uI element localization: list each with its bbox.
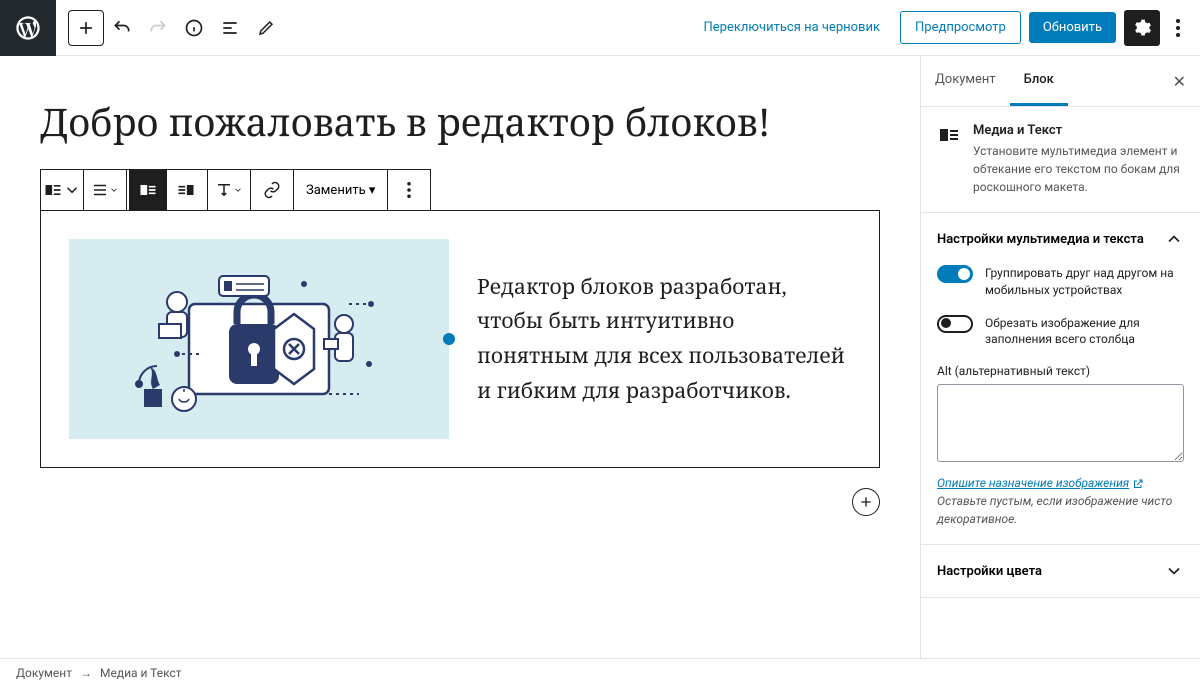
media-image[interactable] (69, 239, 449, 439)
resize-handle[interactable] (443, 333, 455, 345)
media-right-button[interactable] (167, 170, 205, 210)
stack-on-mobile-toggle[interactable] (937, 265, 973, 283)
block-type-button[interactable] (43, 170, 81, 210)
breadcrumb-current[interactable]: Медиа и Текст (100, 666, 182, 680)
breadcrumb-root[interactable]: Документ (16, 666, 72, 680)
stack-on-mobile-label: Группировать друг над другом на мобильны… (985, 265, 1184, 299)
media-left-button[interactable] (129, 170, 167, 210)
block-info-section: Медиа и Текст Установите мультимедиа эле… (921, 107, 1200, 213)
editor-canvas: Добро пожаловать в редактор блоков! Заме… (0, 56, 920, 658)
edit-button[interactable] (248, 10, 284, 46)
breadcrumb-separator: → (80, 666, 92, 680)
tab-document[interactable]: Документ (921, 56, 1010, 106)
close-sidebar-button[interactable]: ✕ (1159, 72, 1200, 91)
publish-button[interactable]: Обновить (1029, 12, 1116, 43)
breadcrumb: Документ → Медиа и Текст (0, 658, 1200, 686)
switch-to-draft-link[interactable]: Переключиться на черновик (692, 12, 893, 43)
block-paragraph[interactable]: Редактор блоков разработан, чтобы быть и… (477, 270, 851, 409)
sidebar: Документ Блок ✕ Медиа и Текст Установите… (920, 56, 1200, 658)
info-button[interactable] (176, 10, 212, 46)
align-button[interactable] (86, 170, 124, 210)
alt-help-link[interactable]: Опишите назначение изображения (937, 476, 1129, 490)
crop-image-label: Обрезать изображение для заполнения всег… (985, 315, 1184, 349)
outline-button[interactable] (212, 10, 248, 46)
tab-block[interactable]: Блок (1010, 56, 1068, 106)
wordpress-logo[interactable] (0, 0, 56, 56)
alt-text-input[interactable] (937, 384, 1184, 462)
undo-button[interactable] (104, 10, 140, 46)
add-block-after-button[interactable] (852, 488, 880, 516)
alt-text-label: Alt (альтернативный текст) (937, 364, 1184, 378)
sidebar-tabs: Документ Блок ✕ (921, 56, 1200, 107)
alt-help-text: Опишите назначение изображения Оставьте … (937, 474, 1184, 528)
preview-button[interactable]: Предпросмотр (900, 11, 1021, 44)
top-toolbar: Переключиться на черновик Предпросмотр О… (0, 0, 1200, 56)
redo-button[interactable] (140, 10, 176, 46)
settings-button[interactable] (1124, 10, 1160, 46)
post-title[interactable]: Добро пожаловать в редактор блоков! (40, 96, 880, 148)
link-button[interactable] (253, 170, 291, 210)
media-settings-panel: Настройки мультимедиа и текста Группиров… (921, 213, 1200, 545)
color-settings-toggle[interactable]: Настройки цвета (937, 561, 1184, 581)
crop-image-toggle[interactable] (937, 315, 973, 333)
external-link-icon (1132, 478, 1144, 490)
media-text-block[interactable]: Редактор блоков разработан, чтобы быть и… (40, 210, 880, 468)
color-settings-panel: Настройки цвета (921, 545, 1200, 598)
media-text-icon (937, 123, 961, 147)
vertical-align-button[interactable] (210, 170, 248, 210)
add-block-button[interactable] (68, 10, 104, 46)
media-settings-toggle[interactable]: Настройки мультимедиа и текста (937, 229, 1184, 249)
replace-button[interactable]: Заменить ▾ (296, 170, 385, 210)
block-description: Установите мультимедиа элемент и обтекан… (973, 142, 1184, 196)
block-more-button[interactable] (390, 170, 428, 210)
more-menu-button[interactable] (1164, 19, 1192, 37)
block-title: Медиа и Текст (973, 123, 1184, 138)
block-toolbar: Заменить ▾ (40, 169, 431, 211)
